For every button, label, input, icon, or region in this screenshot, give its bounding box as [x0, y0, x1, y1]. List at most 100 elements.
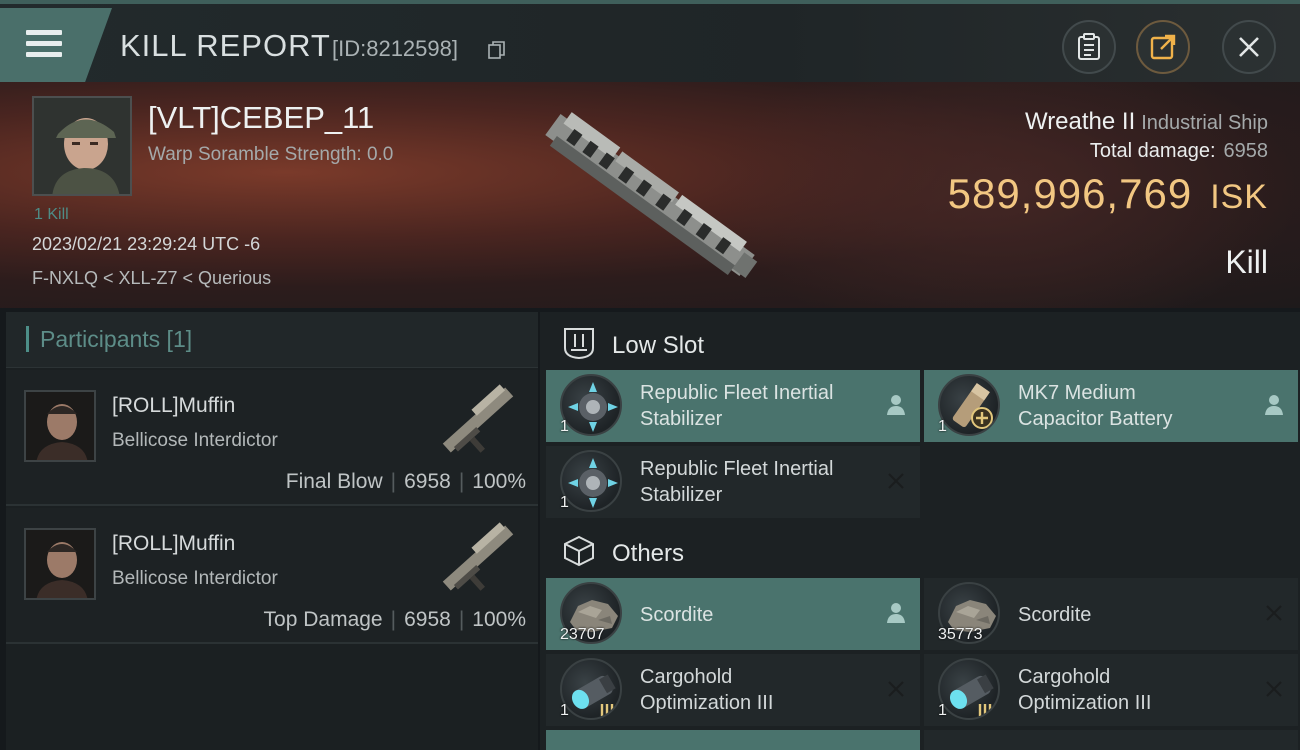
participant-name: [ROLL]Muffin [112, 394, 236, 417]
warp-scramble-strength: Warp Soramble Strength: 0.0 [148, 144, 394, 165]
isk-amount: 589,996,769 [947, 170, 1193, 217]
cargo-box-icon [564, 535, 594, 567]
inertial-stabilizer-icon [560, 374, 622, 436]
module-name-line2: Capacitor Battery [1018, 408, 1173, 430]
participant-stat-label: Top Damage [263, 608, 383, 631]
participant-stat-label: Final Blow [285, 470, 383, 493]
close-icon [888, 473, 904, 489]
total-damage: Total damage: 6958 [1090, 140, 1268, 163]
module-name: Republic Fleet Inertial Stabilizer [640, 456, 880, 508]
low-slot-header: Low Slot [540, 316, 1300, 372]
menu-button[interactable] [0, 8, 112, 82]
participant-row[interactable]: [ROLL]Muffin Bellicose Interdictor Final… [6, 370, 538, 506]
clipboard-button[interactable] [1062, 20, 1116, 74]
participant-avatar [24, 390, 96, 462]
person-icon [1265, 395, 1283, 415]
participants-header[interactable]: Participants [1] [6, 312, 538, 368]
participant-ship-image [442, 522, 514, 591]
module-item[interactable]: 1 Cargohold Optimization III [546, 654, 920, 726]
participant-percent: 100% [472, 470, 526, 493]
capacitor-battery-icon [938, 374, 1000, 436]
module-quantity: 35773 [938, 626, 983, 643]
module-name-line1: Republic Fleet Inertial [640, 458, 834, 480]
module-name-line1: Cargohold [1018, 666, 1111, 688]
participant-damage: 6958 [404, 470, 451, 493]
total-damage-label: Total damage: [1089, 140, 1216, 162]
module-name-line1: Cargohold [640, 666, 733, 688]
ship-name[interactable]: Wreathe II Industrial Ship [1025, 108, 1268, 136]
clipboard-icon [1078, 33, 1100, 60]
victim-ship-image [545, 112, 758, 278]
module-name-line2: Stabilizer [640, 484, 723, 506]
module-name-line1: Scordite [640, 604, 714, 626]
participant-ship: Bellicose Interdictor [112, 568, 278, 589]
ship-class: Industrial Ship [1141, 112, 1268, 134]
low-slot-label: Low Slot [612, 332, 705, 359]
module-name-line2: Stabilizer [640, 408, 723, 430]
ship-name-text: Wreathe II [1024, 108, 1136, 135]
person-icon [887, 603, 905, 623]
participant-avatar [24, 528, 96, 600]
module-name: Cargohold Optimization III [1018, 664, 1258, 716]
module-name: Scordite [1018, 602, 1258, 628]
module-name-line2: Optimization III [1018, 692, 1152, 714]
share-button[interactable] [1136, 20, 1190, 74]
participant-name: [ROLL]Muffin [112, 532, 236, 555]
participants-header-label: Participants [1] [40, 326, 193, 352]
title-bar: KILL REPORT [ID:8212598] [0, 0, 1300, 82]
close-icon [1266, 681, 1282, 697]
victim-avatar[interactable] [32, 96, 132, 196]
victim-banner: [VLT]CEBEP_11 Warp Soramble Strength: 0.… [0, 82, 1300, 308]
close-button[interactable] [1222, 20, 1276, 74]
module-item[interactable]: 1 Republic Fleet Inertial Stabilizer [546, 370, 920, 442]
close-icon [888, 681, 904, 697]
victim-name[interactable]: [VLT]CEBEP_11 [148, 100, 374, 136]
low-slot-icon [564, 328, 594, 360]
person-icon [887, 395, 905, 415]
participants-header-accent [26, 326, 29, 352]
cargohold-optimization-icon [938, 658, 1000, 720]
module-item[interactable]: 35773 Scordite [924, 578, 1298, 650]
others-label: Others [612, 540, 685, 567]
module-item[interactable]: 23707 Scordite [546, 578, 920, 650]
module-quantity: 1 [560, 418, 569, 435]
module-quantity: 23707 [560, 626, 605, 643]
module-name: MK7 Medium Capacitor Battery [1018, 380, 1258, 432]
participant-stats: Final Blow | 6958 | 100% [285, 470, 526, 493]
isk-unit: ISK [1210, 178, 1268, 216]
kill-location[interactable]: F-NXLQ < XLL-Z7 < Querious [32, 268, 271, 289]
participant-portrait [26, 530, 94, 598]
participant-row[interactable]: [ROLL]Muffin Bellicose Interdictor Top D… [6, 508, 538, 644]
module-name-line1: MK7 Medium [1018, 382, 1136, 404]
module-name: Scordite [640, 602, 880, 628]
module-name-line2: Optimization III [640, 692, 774, 714]
participant-portrait [26, 392, 94, 460]
copy-icon[interactable] [488, 41, 506, 59]
kill-count: 1 Kill [34, 206, 69, 223]
page-title: KILL REPORT [120, 28, 331, 63]
participant-ship-image [442, 384, 514, 453]
others-header: Others [540, 524, 1300, 580]
module-name-line1: Scordite [1018, 604, 1092, 626]
kill-report-window: KILL REPORT [ID:8212598] [VLT]CEBEP_11 W… [0, 0, 1300, 750]
module-quantity: 1 [938, 702, 947, 719]
module-quantity: 1 [560, 702, 569, 719]
module-item-partial[interactable] [924, 730, 1298, 750]
close-icon [1266, 605, 1282, 621]
close-icon [1239, 37, 1259, 57]
module-item[interactable]: 1 Cargohold Optimization III [924, 654, 1298, 726]
module-name: Republic Fleet Inertial Stabilizer [640, 380, 880, 432]
module-quantity: 1 [560, 494, 569, 511]
participants-panel: Participants [1] [ROLL]Muffin Bellicose … [6, 312, 538, 750]
kill-id: [ID:8212598] [332, 36, 458, 61]
victim-portrait [34, 98, 130, 194]
module-item[interactable]: 1 Republic Fleet Inertial Stabilizer [546, 446, 920, 518]
module-item-partial[interactable] [546, 730, 920, 750]
module-name: Cargohold Optimization III [640, 664, 880, 716]
isk-value: 589,996,769 ISK [948, 170, 1268, 218]
inertial-stabilizer-icon [560, 450, 622, 512]
total-damage-value: 6958 [1223, 140, 1269, 162]
hamburger-menu-icon [26, 30, 62, 60]
module-quantity: 1 [938, 418, 947, 435]
module-item[interactable]: 1 MK7 Medium Capacitor Battery [924, 370, 1298, 442]
